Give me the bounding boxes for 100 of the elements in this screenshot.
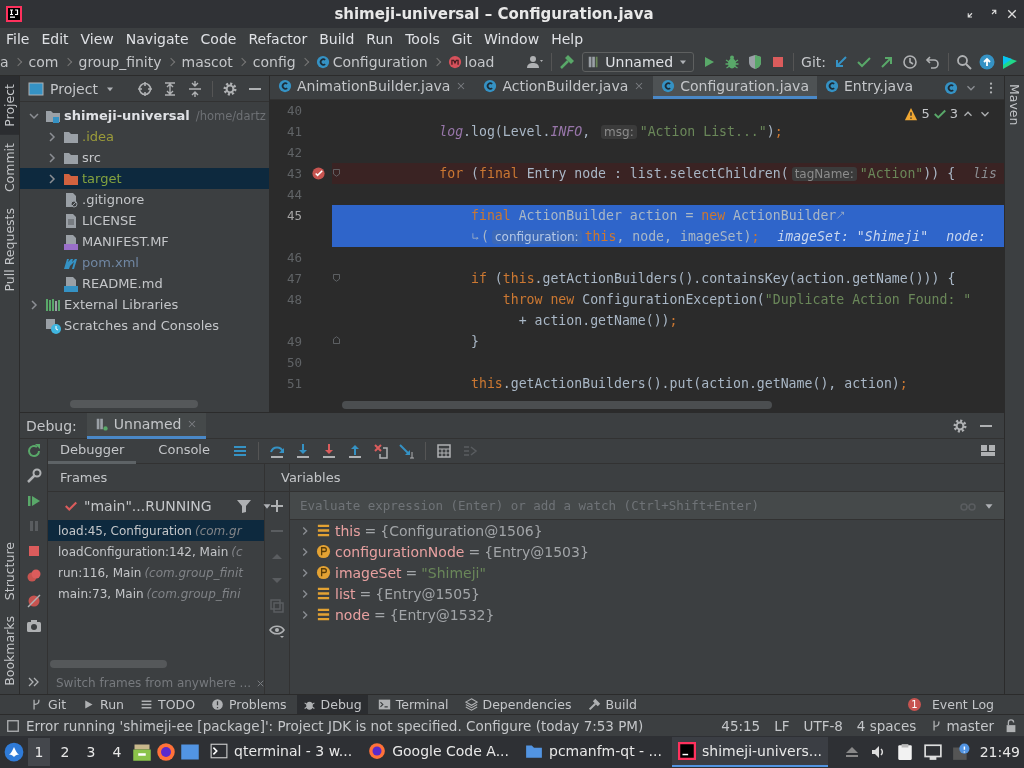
breadcrumb[interactable]: load xyxy=(447,54,495,70)
breakpoint-icon[interactable] xyxy=(310,166,326,181)
force-step-into-icon[interactable] xyxy=(320,443,337,459)
menu-item[interactable]: Code xyxy=(194,30,243,47)
tool-window-button[interactable]: Run xyxy=(76,695,131,714)
expand-all-icon[interactable] xyxy=(162,80,178,97)
status-item[interactable]: 4 spaces xyxy=(852,717,921,734)
status-message[interactable]: Error running 'shimeji-ee [package]': Project JDK is not specified. Configure (today 7:53 PM) xyxy=(26,717,644,734)
menu-item[interactable]: View xyxy=(74,30,120,47)
frame-item[interactable]: run:116, Main (com.group_finit xyxy=(48,562,264,583)
scrollbar[interactable] xyxy=(342,401,772,409)
eject-icon[interactable] xyxy=(843,744,860,760)
tool-window-button[interactable]: Git xyxy=(24,695,73,714)
variable-item[interactable]: this = {Configuration@1506} xyxy=(290,520,1004,541)
workspace-button[interactable]: 2 xyxy=(54,738,76,766)
variable-item[interactable]: node = {Entry@1532} xyxy=(290,604,1004,625)
hammer-icon[interactable] xyxy=(559,54,576,70)
tree-item[interactable]: target xyxy=(20,168,269,189)
menu-item[interactable]: Run xyxy=(360,30,400,47)
lock-icon[interactable] xyxy=(1004,718,1018,733)
frame-item[interactable]: load:45, Configuration (com.gr xyxy=(48,520,264,541)
toolbox-logo-icon[interactable] xyxy=(1002,54,1018,70)
editor-tab[interactable]: ActionBuilder.java xyxy=(475,76,654,99)
push-icon[interactable] xyxy=(879,54,895,70)
watch-icon[interactable] xyxy=(269,623,285,639)
filter-icon[interactable] xyxy=(235,498,252,514)
project-view-dropdown[interactable]: Project xyxy=(28,80,116,97)
status-item[interactable]: UTF-8 xyxy=(799,717,847,734)
layout-icon[interactable] xyxy=(980,443,996,459)
step-into-icon[interactable] xyxy=(294,443,311,459)
tree-item[interactable]: .gitignore xyxy=(20,189,269,210)
menu-item[interactable]: Refactor xyxy=(242,30,314,47)
evaluate-icon[interactable] xyxy=(435,443,452,459)
tree-item[interactable]: External Libraries xyxy=(20,294,269,315)
mute-breakpoints-icon[interactable] xyxy=(25,593,42,609)
tool-window-button[interactable]: Problems xyxy=(205,695,293,714)
wrench-icon[interactable] xyxy=(25,468,42,484)
add-icon[interactable] xyxy=(269,498,285,514)
tool-window-tab[interactable]: Commit xyxy=(0,134,19,200)
tree-item[interactable]: MANIFEST.MF xyxy=(20,231,269,252)
taskbar-task[interactable]: pcmanfm-qt - ... xyxy=(519,737,668,767)
taskbar-task[interactable]: shimeji-univers... xyxy=(672,737,829,767)
tool-window-button[interactable]: Debug xyxy=(296,695,368,714)
rollback-icon[interactable] xyxy=(925,54,941,70)
menu-icon[interactable] xyxy=(231,443,248,459)
desktop-icon[interactable] xyxy=(180,742,200,762)
breakpoints-icon[interactable] xyxy=(25,568,42,584)
session-tab[interactable]: Unnamed xyxy=(86,412,207,439)
user-icon[interactable] xyxy=(526,54,545,70)
breadcrumb[interactable]: a xyxy=(0,54,9,70)
tool-window-tab[interactable]: Bookmarks xyxy=(0,608,19,694)
scrollbar[interactable] xyxy=(50,660,167,668)
tool-window-tab[interactable]: Project xyxy=(0,76,19,135)
menu-item[interactable]: Window xyxy=(477,30,546,47)
tree-item[interactable]: .idea xyxy=(20,126,269,147)
breadcrumb[interactable]: mascot xyxy=(181,54,233,70)
tree-item[interactable]: README.md xyxy=(20,273,269,294)
workspace-button[interactable]: 3 xyxy=(80,738,102,766)
tree-item[interactable]: Scratches and Consoles xyxy=(20,315,269,336)
tool-window-tab[interactable]: Pull Requests xyxy=(0,199,19,300)
taskbar-task[interactable]: qterminal - 3 w... xyxy=(204,737,359,767)
menu-item[interactable]: Tools xyxy=(399,30,446,47)
workspace-button[interactable]: 1 xyxy=(28,738,50,766)
resume-icon[interactable] xyxy=(25,493,42,509)
frame-item[interactable]: loadConfiguration:142, Main (c xyxy=(48,541,264,562)
tool-window-button[interactable]: Dependencies xyxy=(458,695,578,714)
warning-icon[interactable] xyxy=(904,106,919,121)
collapse-all-icon[interactable] xyxy=(187,80,203,97)
search-icon[interactable] xyxy=(956,54,972,70)
camera-icon[interactable] xyxy=(25,618,42,634)
tool-window-button[interactable]: TODO xyxy=(134,695,201,714)
settings-icon[interactable] xyxy=(952,417,968,434)
editor-tab[interactable]: Configuration.java xyxy=(653,76,817,99)
scrollbar[interactable] xyxy=(70,400,198,408)
status-item[interactable]: 45:15 xyxy=(717,717,765,734)
thread-dropdown[interactable]: "main"...RUNNING xyxy=(56,492,220,520)
start-menu-icon[interactable] xyxy=(4,742,24,762)
tool-window-tab[interactable]: Maven xyxy=(1005,76,1024,134)
event-log-button[interactable]: Event Log xyxy=(925,695,1000,714)
breadcrumb[interactable]: group_finity xyxy=(78,54,162,70)
breadcrumb[interactable]: com xyxy=(28,54,59,70)
menu-item[interactable]: Build xyxy=(313,30,361,47)
update-available-icon[interactable] xyxy=(979,54,995,70)
settings-icon[interactable] xyxy=(222,80,238,97)
menu-item[interactable]: Edit xyxy=(35,30,75,47)
frame-item[interactable]: main:73, Main (com.group_fini xyxy=(48,583,264,604)
speaker-icon[interactable] xyxy=(869,744,886,760)
step-out-icon[interactable] xyxy=(346,443,363,459)
tree-item[interactable]: src xyxy=(20,147,269,168)
menu-item[interactable]: Navigate xyxy=(119,30,195,47)
update-icon[interactable] xyxy=(833,54,849,70)
menu-item[interactable]: File xyxy=(0,30,36,47)
tool-window-button[interactable]: Terminal xyxy=(371,695,455,714)
editor-tab[interactable]: Entry.java xyxy=(817,76,922,99)
locate-icon[interactable] xyxy=(137,80,153,97)
variable-item[interactable]: list = {Entry@1505} xyxy=(290,583,1004,604)
breadcrumb[interactable]: config xyxy=(252,54,296,70)
tool-window-button[interactable]: Build xyxy=(581,695,643,714)
variable-item[interactable]: configurationNode = {Entry@1503} xyxy=(290,541,1004,562)
notification-icon[interactable] xyxy=(951,743,970,761)
